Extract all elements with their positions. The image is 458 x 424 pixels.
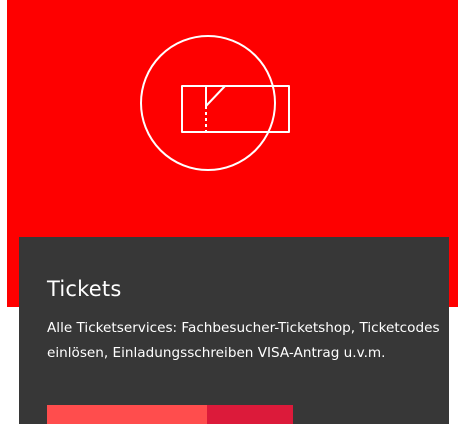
tickets-card[interactable]: Tickets Alle Ticketservices: Fachbesuche… <box>0 0 458 424</box>
info-panel: Tickets Alle Ticketservices: Fachbesuche… <box>19 237 449 424</box>
card-title: Tickets <box>47 277 122 301</box>
tickets-button-arrow-segment[interactable] <box>207 405 293 424</box>
tickets-button-main[interactable] <box>47 405 207 424</box>
tickets-button[interactable] <box>47 405 293 424</box>
card-description: Alle Ticketservices: Fachbesucher-Ticket… <box>47 320 440 361</box>
